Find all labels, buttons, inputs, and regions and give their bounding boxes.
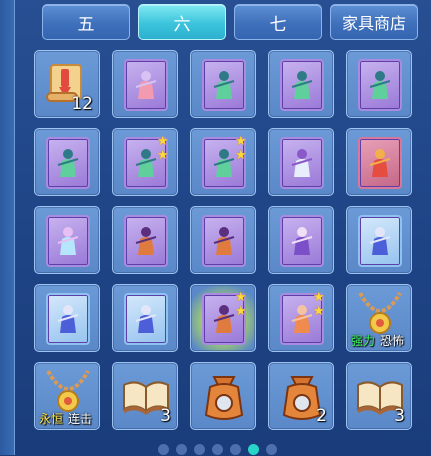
green-warrior-card-icon (202, 59, 246, 111)
inventory-slot-hero-card[interactable] (346, 128, 412, 196)
page-dot[interactable] (266, 444, 277, 455)
star-rating: ★ ★ (157, 135, 171, 163)
page-dot[interactable] (212, 444, 223, 455)
page-dot[interactable] (194, 444, 205, 455)
inventory-slot-mount-card[interactable] (112, 206, 178, 274)
star-icon: ★ (157, 134, 169, 149)
inventory-slot-pet-card[interactable] (112, 50, 178, 118)
blue-knight-card-icon (124, 293, 168, 345)
affix-tag: 强力 (351, 334, 376, 348)
star-icon: ★ (235, 134, 247, 149)
page-dot[interactable] (230, 444, 241, 455)
page-dot[interactable] (158, 444, 169, 455)
inventory-slot-pouch-item[interactable]: 2 (268, 362, 334, 430)
star-icon: ★ (313, 290, 325, 305)
inventory-slot-hero-card[interactable] (34, 128, 100, 196)
inventory-slot-knight-card[interactable] (112, 284, 178, 352)
orange-pouch-icon (202, 371, 246, 427)
inventory-slot-pouch-item[interactable] (190, 362, 256, 430)
page-dot[interactable] (176, 444, 187, 455)
inventory-slot-knight-card[interactable] (346, 206, 412, 274)
inventory-slot-knight-card[interactable] (34, 284, 100, 352)
inventory-slot-book-item[interactable]: 3 (112, 362, 178, 430)
affix-tag: 永恒 (39, 412, 64, 426)
green-warrior-card-icon (280, 59, 324, 111)
inventory-slot-hero-card[interactable] (190, 50, 256, 118)
star-icon: ★ (235, 304, 247, 319)
blue-knight-card-icon (358, 215, 402, 267)
inventory-slot-hero-card[interactable] (268, 50, 334, 118)
inventory-slot-mount-card[interactable] (190, 206, 256, 274)
tiger-rider-card-icon (124, 215, 168, 267)
white-serpent-card-icon (280, 137, 324, 189)
inventory-slot-mount-card[interactable] (268, 128, 334, 196)
purple-lady-card-icon (280, 215, 324, 267)
star-icon: ★ (157, 148, 169, 163)
inventory-slot-hero-card[interactable]: ★ ★ (190, 128, 256, 196)
inventory-slot-hero-card[interactable] (268, 206, 334, 274)
inventory-slot-mount-card[interactable]: ★ ★ (190, 284, 256, 352)
tab-furniture-shop[interactable]: 家具商店 (330, 4, 418, 40)
tab-bar: 五 六 七 家具商店 (40, 4, 420, 42)
item-count: 2 (316, 406, 327, 426)
red-warrior-card-icon (358, 137, 402, 189)
inventory-slot-necklace-item[interactable]: 永恒 连击 (34, 362, 100, 430)
star-rating: ★ ★ (313, 291, 327, 319)
item-count: 3 (160, 406, 171, 426)
blue-knight-card-icon (46, 293, 90, 345)
tab-5[interactable]: 五 (42, 4, 130, 40)
tiger-rider-card-icon (202, 215, 246, 267)
affix-tag: 恐怖 (380, 334, 405, 348)
inventory-slot-book-item[interactable]: 3 (346, 362, 412, 430)
inventory-slot-hero-card[interactable] (346, 50, 412, 118)
inventory-slot-fairy-card[interactable] (34, 206, 100, 274)
inventory-slot-scroll-item[interactable]: 12 (34, 50, 100, 118)
item-count: 3 (394, 406, 405, 426)
inventory-slot-hero-card[interactable]: ★ ★ (112, 128, 178, 196)
star-rating: ★ ★ (235, 135, 249, 163)
tab-7[interactable]: 七 (234, 4, 322, 40)
page-indicator (158, 444, 298, 456)
inventory-slot-pet-card[interactable]: ★ ★ (268, 284, 334, 352)
star-rating: ★ ★ (235, 291, 249, 319)
pink-pet-card-icon (124, 59, 168, 111)
fairy-card-icon (46, 215, 90, 267)
tab-6[interactable]: 六 (138, 4, 226, 40)
green-warrior-card-icon (358, 59, 402, 111)
star-icon: ★ (235, 148, 247, 163)
green-warrior-card-icon (46, 137, 90, 189)
page-dot[interactable] (248, 444, 259, 455)
star-icon: ★ (313, 304, 325, 319)
item-count: 12 (71, 94, 93, 114)
inventory-grid: 12 ★ ★ ★ ★ ★ ★ ★ ★ 强力 恐怖 永恒 连击 3 2 3 (34, 50, 424, 438)
inventory-slot-necklace-item[interactable]: 强力 恐怖 (346, 284, 412, 352)
star-icon: ★ (235, 290, 247, 305)
affix-tag: 连击 (68, 412, 93, 426)
left-scroll-frame (0, 0, 15, 455)
